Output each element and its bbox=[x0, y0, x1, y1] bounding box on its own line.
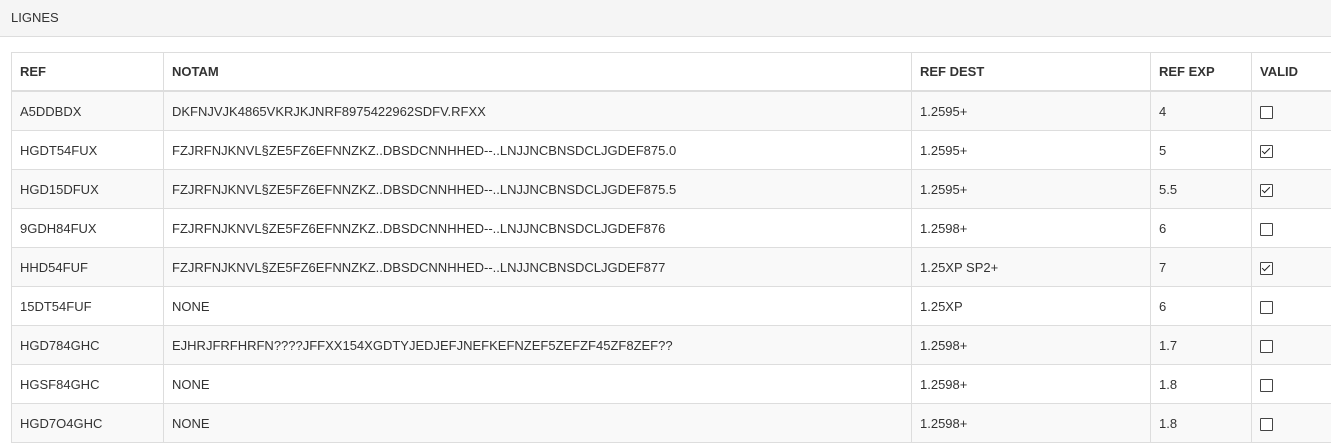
valid-checkbox[interactable] bbox=[1260, 106, 1273, 119]
cell-valid bbox=[1252, 287, 1331, 326]
cell-ref: HGD784GHC bbox=[12, 326, 164, 365]
header-row: REF NOTAM REF DEST REF EXP VALID bbox=[12, 53, 1331, 92]
cell-ref-exp: 7 bbox=[1151, 248, 1252, 287]
cell-ref: 15DT54FUF bbox=[12, 287, 164, 326]
valid-checkbox[interactable] bbox=[1260, 145, 1273, 158]
table-row: A5DDBDX DKFNJVJK4865VKRJKJNRF8975422962S… bbox=[12, 91, 1331, 131]
valid-checkbox[interactable] bbox=[1260, 301, 1273, 314]
cell-notam: FZJRFNJKNVL§ZE5FZ6EFNNZKZ..DBSDCNNHHED--… bbox=[164, 209, 912, 248]
valid-checkbox[interactable] bbox=[1260, 184, 1273, 197]
column-header-ref-dest[interactable]: REF DEST bbox=[912, 53, 1151, 92]
cell-ref-dest: 1.2598+ bbox=[912, 404, 1151, 443]
cell-ref: HGDT54FUX bbox=[12, 131, 164, 170]
cell-ref-exp: 5 bbox=[1151, 131, 1252, 170]
cell-ref: 9GDH84FUX bbox=[12, 209, 164, 248]
cell-ref-dest: 1.2595+ bbox=[912, 91, 1151, 131]
cell-valid bbox=[1252, 170, 1331, 209]
cell-ref-exp: 6 bbox=[1151, 287, 1252, 326]
cell-notam: DKFNJVJK4865VKRJKJNRF8975422962SDFV.RFXX bbox=[164, 91, 912, 131]
cell-valid bbox=[1252, 365, 1331, 404]
table-row: HHD54FUF FZJRFNJKNVL§ZE5FZ6EFNNZKZ..DBSD… bbox=[12, 248, 1331, 287]
cell-ref: HGD15DFUX bbox=[12, 170, 164, 209]
cell-notam: NONE bbox=[164, 404, 912, 443]
cell-notam: NONE bbox=[164, 365, 912, 404]
cell-valid bbox=[1252, 209, 1331, 248]
column-header-ref[interactable]: REF bbox=[12, 53, 164, 92]
table-row: HGDT54FUX FZJRFNJKNVL§ZE5FZ6EFNNZKZ..DBS… bbox=[12, 131, 1331, 170]
cell-ref-dest: 1.25XP SP2+ bbox=[912, 248, 1151, 287]
cell-notam: FZJRFNJKNVL§ZE5FZ6EFNNZKZ..DBSDCNNHHED--… bbox=[164, 131, 912, 170]
cell-ref: HGSF84GHC bbox=[12, 365, 164, 404]
cell-valid bbox=[1252, 404, 1331, 443]
cell-ref-dest: 1.25XP bbox=[912, 287, 1151, 326]
table-row: HGD784GHC EJHRJFRFHRFN????JFFXX154XGDTYJ… bbox=[12, 326, 1331, 365]
table-row: HGD15DFUX FZJRFNJKNVL§ZE5FZ6EFNNZKZ..DBS… bbox=[12, 170, 1331, 209]
cell-ref-exp: 1.7 bbox=[1151, 326, 1252, 365]
valid-checkbox[interactable] bbox=[1260, 379, 1273, 392]
cell-ref-exp: 1.8 bbox=[1151, 404, 1252, 443]
valid-checkbox[interactable] bbox=[1260, 223, 1273, 236]
cell-ref-dest: 1.2598+ bbox=[912, 365, 1151, 404]
cell-ref-exp: 5.5 bbox=[1151, 170, 1252, 209]
cell-notam: FZJRFNJKNVL§ZE5FZ6EFNNZKZ..DBSDCNNHHED--… bbox=[164, 248, 912, 287]
lignes-table: REF NOTAM REF DEST REF EXP VALID A5DDBDX… bbox=[11, 52, 1331, 443]
cell-valid bbox=[1252, 248, 1331, 287]
cell-ref-exp: 6 bbox=[1151, 209, 1252, 248]
cell-ref-dest: 1.2598+ bbox=[912, 209, 1151, 248]
cell-notam: NONE bbox=[164, 287, 912, 326]
column-header-valid[interactable]: VALID bbox=[1252, 53, 1331, 92]
cell-notam: FZJRFNJKNVL§ZE5FZ6EFNNZKZ..DBSDCNNHHED--… bbox=[164, 170, 912, 209]
table-row: HGSF84GHC NONE 1.2598+ 1.8 bbox=[12, 365, 1331, 404]
cell-ref-dest: 1.2595+ bbox=[912, 131, 1151, 170]
table-row: 15DT54FUF NONE 1.25XP 6 bbox=[12, 287, 1331, 326]
lignes-table-container: REF NOTAM REF DEST REF EXP VALID A5DDBDX… bbox=[11, 52, 1331, 443]
cell-ref: HHD54FUF bbox=[12, 248, 164, 287]
valid-checkbox[interactable] bbox=[1260, 418, 1273, 431]
column-header-ref-exp[interactable]: REF EXP bbox=[1151, 53, 1252, 92]
cell-ref-dest: 1.2598+ bbox=[912, 326, 1151, 365]
table-header: REF NOTAM REF DEST REF EXP VALID bbox=[12, 53, 1331, 92]
cell-ref-exp: 4 bbox=[1151, 91, 1252, 131]
column-header-notam[interactable]: NOTAM bbox=[164, 53, 912, 92]
cell-notam: EJHRJFRFHRFN????JFFXX154XGDTYJEDJEFJNEFK… bbox=[164, 326, 912, 365]
valid-checkbox[interactable] bbox=[1260, 262, 1273, 275]
table-row: HGD7O4GHC NONE 1.2598+ 1.8 bbox=[12, 404, 1331, 443]
cell-valid bbox=[1252, 91, 1331, 131]
table-row: 9GDH84FUX FZJRFNJKNVL§ZE5FZ6EFNNZKZ..DBS… bbox=[12, 209, 1331, 248]
panel-title: LIGNES bbox=[0, 0, 1331, 37]
table-body: A5DDBDX DKFNJVJK4865VKRJKJNRF8975422962S… bbox=[12, 91, 1331, 443]
cell-valid bbox=[1252, 131, 1331, 170]
cell-ref: HGD7O4GHC bbox=[12, 404, 164, 443]
cell-ref-dest: 1.2595+ bbox=[912, 170, 1151, 209]
valid-checkbox[interactable] bbox=[1260, 340, 1273, 353]
cell-ref-exp: 1.8 bbox=[1151, 365, 1252, 404]
cell-valid bbox=[1252, 326, 1331, 365]
cell-ref: A5DDBDX bbox=[12, 91, 164, 131]
